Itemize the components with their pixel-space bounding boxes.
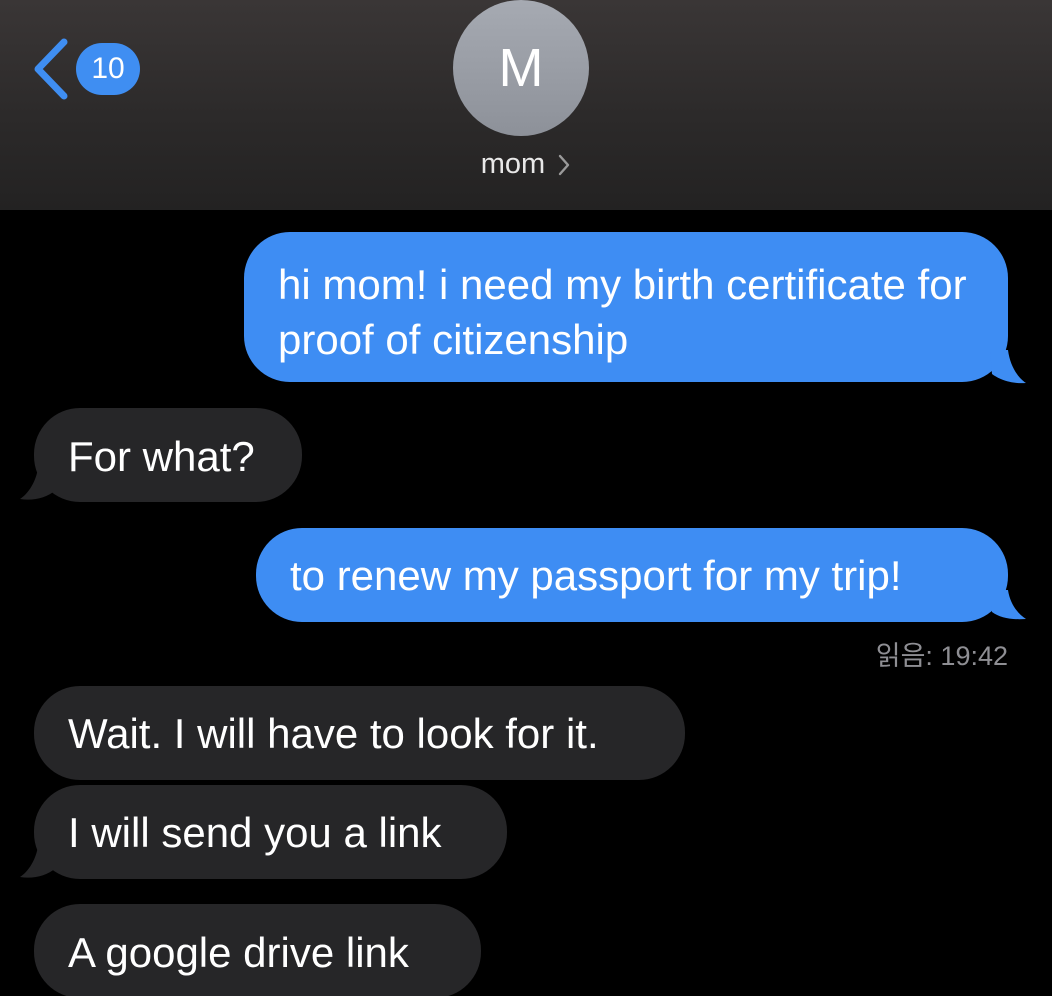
avatar[interactable]: M: [453, 0, 589, 136]
read-receipt: 읽음: 19:42: [875, 641, 1008, 671]
contact-name-button[interactable]: mom: [0, 148, 1052, 181]
bubble-tail: [990, 350, 1026, 384]
message-bubble-outgoing[interactable]: to renew my passport for my trip!: [256, 528, 1008, 622]
chevron-right-icon: [557, 153, 571, 177]
message-bubble-incoming[interactable]: For what?: [34, 408, 302, 502]
message-bubble-incoming[interactable]: Wait. I will have to look for it.: [34, 686, 685, 780]
message-text: hi mom! i need my birth certificate for …: [278, 261, 967, 363]
message-text: A google drive link: [68, 929, 409, 976]
messages-screen: 10 M mom hi mom! i need my birth certifi…: [0, 0, 1052, 996]
contact-name: mom: [480, 148, 546, 180]
bubble-tail: [20, 846, 58, 878]
message-text: For what?: [68, 433, 255, 480]
message-bubble-incoming[interactable]: A google drive link: [34, 904, 481, 996]
message-text: I will send you a link: [68, 809, 442, 856]
bubble-tail: [990, 590, 1026, 620]
message-bubble-incoming[interactable]: I will send you a link: [34, 785, 507, 879]
message-bubble-outgoing[interactable]: hi mom! i need my birth certificate for …: [244, 232, 1008, 382]
unread-count-badge: 10: [76, 43, 140, 95]
message-text: Wait. I will have to look for it.: [68, 710, 599, 757]
back-button[interactable]: 10: [30, 38, 140, 100]
chevron-left-icon: [34, 38, 68, 100]
avatar-initial: M: [498, 38, 544, 98]
conversation-header: 10 M mom: [0, 0, 1052, 210]
bubble-tail: [20, 468, 58, 500]
message-text: to renew my passport for my trip!: [290, 552, 902, 599]
